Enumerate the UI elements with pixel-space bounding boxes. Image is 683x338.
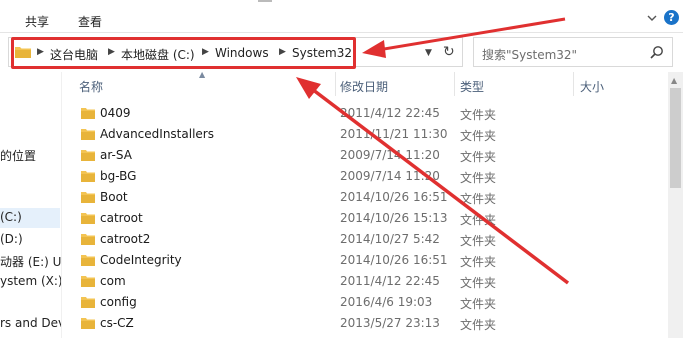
sort-ascending-icon: ▲ <box>199 70 206 79</box>
list-item[interactable]: CodeIntegrity 2014/10/26 16:51 文件夹 <box>64 250 666 271</box>
list-item[interactable]: catroot 2014/10/26 15:13 文件夹 <box>64 208 666 229</box>
list-item[interactable]: bg-BG 2009/7/14 11:20 文件夹 <box>64 166 666 187</box>
column-divider[interactable] <box>573 72 574 96</box>
file-date: 2011/4/12 22:45 <box>340 106 440 120</box>
list-item[interactable]: ar-SA 2009/7/14 11:20 文件夹 <box>64 145 666 166</box>
address-bar[interactable]: ▶ 这台电脑 ▶ 本地磁盘 (C:) ▶ Windows ▶ System32 … <box>8 37 463 67</box>
file-type: 文件夹 <box>460 150 497 164</box>
file-date: 2009/7/14 11:20 <box>340 148 440 162</box>
breadcrumb-this-pc[interactable]: 这台电脑 <box>50 46 98 63</box>
file-date: 2014/10/26 16:51 <box>340 253 448 267</box>
file-type: 文件夹 <box>460 129 497 143</box>
tab-view[interactable]: 查看 <box>78 13 102 30</box>
file-date: 2011/4/12 22:45 <box>340 274 440 288</box>
folder-icon <box>81 255 95 266</box>
list-item[interactable]: Boot 2014/10/26 16:51 文件夹 <box>64 187 666 208</box>
file-name: bg-BG <box>100 169 137 183</box>
vertical-scrollbar[interactable]: ▲ <box>668 72 683 338</box>
file-name: catroot2 <box>100 232 151 246</box>
list-item[interactable]: 0409 2011/4/12 22:45 文件夹 <box>64 103 666 124</box>
file-name: Boot <box>100 190 128 204</box>
breadcrumb-system32[interactable]: System32 <box>292 46 352 60</box>
file-date: 2014/10/26 15:13 <box>340 211 448 225</box>
folder-icon <box>81 297 95 308</box>
list-item[interactable]: config 2016/4/6 19:03 文件夹 <box>64 292 666 313</box>
search-box[interactable]: 搜索"System32" <box>473 37 673 67</box>
navigation-pane: 的位置 (C:) (D:) 动器 (E:) U盘 ystem (X:) rs a… <box>0 72 62 338</box>
nav-item-drive-d[interactable]: (D:) <box>0 232 23 246</box>
file-name: CodeIntegrity <box>100 253 182 267</box>
nav-item-drive-c[interactable]: (C:) <box>0 210 22 224</box>
chevron-right-icon[interactable]: ▶ <box>202 47 209 57</box>
refresh-icon[interactable]: ↻ <box>443 44 455 60</box>
file-type: 文件夹 <box>460 318 497 332</box>
breadcrumb-local-disk[interactable]: 本地磁盘 (C:) <box>121 46 195 63</box>
nav-item-devices[interactable]: rs and Dev <box>0 316 61 330</box>
file-date: 2009/7/14 11:20 <box>340 169 440 183</box>
folder-icon <box>81 318 95 329</box>
folder-icon <box>15 47 31 58</box>
file-name: com <box>100 274 126 288</box>
ribbon: 共享 查看 ? <box>0 0 683 33</box>
file-date: 2011/11/21 11:30 <box>340 127 448 141</box>
title-bar-fragment <box>258 0 272 2</box>
file-type: 文件夹 <box>460 171 497 185</box>
help-icon[interactable]: ? <box>664 10 679 25</box>
chevron-right-icon[interactable]: ▶ <box>108 47 115 57</box>
tab-share[interactable]: 共享 <box>25 13 49 30</box>
file-name: 0409 <box>100 106 131 120</box>
column-divider[interactable] <box>454 72 455 96</box>
list-item[interactable]: cs-CZ 2013/5/27 23:13 文件夹 <box>64 313 666 334</box>
file-date: 2014/10/26 16:51 <box>340 190 448 204</box>
file-name: cs-CZ <box>100 316 134 330</box>
column-header-name[interactable]: 名称 <box>79 78 103 106</box>
folder-icon <box>81 171 95 182</box>
file-type: 文件夹 <box>460 108 497 122</box>
annotation-arrowhead-lower <box>296 77 321 99</box>
list-item[interactable]: com 2011/4/12 22:45 文件夹 <box>64 271 666 292</box>
file-type: 文件夹 <box>460 276 497 290</box>
file-type: 文件夹 <box>460 234 497 248</box>
file-name: catroot <box>100 211 143 225</box>
file-name: ar-SA <box>100 148 132 162</box>
file-date: 2013/5/27 23:13 <box>340 316 440 330</box>
file-type: 文件夹 <box>460 213 497 227</box>
file-name: config <box>100 295 137 309</box>
list-item[interactable]: AdvancedInstallers 2011/11/21 11:30 文件夹 <box>64 124 666 145</box>
chevron-right-icon[interactable]: ▶ <box>37 47 44 57</box>
folder-icon <box>81 129 95 140</box>
folder-icon <box>81 234 95 245</box>
column-header-size[interactable]: 大小 <box>580 78 604 106</box>
file-date: 2014/10/27 5:42 <box>340 232 440 246</box>
file-type: 文件夹 <box>460 297 497 311</box>
breadcrumb-windows[interactable]: Windows <box>215 46 269 60</box>
folder-icon <box>81 108 95 119</box>
nav-item-drive-e[interactable]: 动器 (E:) U盘 <box>0 253 61 270</box>
search-icon[interactable] <box>650 45 664 59</box>
column-header-type[interactable]: 类型 <box>460 78 484 106</box>
scrollbar-thumb[interactable] <box>670 88 681 188</box>
nav-item-recent-places[interactable]: 的位置 <box>0 147 36 164</box>
file-name: AdvancedInstallers <box>100 127 214 141</box>
folder-icon <box>81 192 95 203</box>
folder-icon <box>81 276 95 287</box>
file-date: 2016/4/6 19:03 <box>340 295 433 309</box>
list-item[interactable]: catroot2 2014/10/27 5:42 文件夹 <box>64 229 666 250</box>
chevron-down-icon[interactable] <box>645 11 659 25</box>
folder-icon <box>81 150 95 161</box>
nav-item-drive-x[interactable]: ystem (X:) <box>0 274 61 288</box>
scroll-up-icon[interactable]: ▲ <box>671 76 677 85</box>
address-history-dropdown-icon[interactable]: ▼ <box>425 48 432 58</box>
chevron-right-icon[interactable]: ▶ <box>279 47 286 57</box>
search-input[interactable]: 搜索"System32" <box>482 46 577 63</box>
column-header-date[interactable]: 修改日期 <box>340 78 388 106</box>
file-type: 文件夹 <box>460 255 497 269</box>
file-type: 文件夹 <box>460 192 497 206</box>
column-divider[interactable] <box>335 72 336 96</box>
folder-icon <box>81 213 95 224</box>
